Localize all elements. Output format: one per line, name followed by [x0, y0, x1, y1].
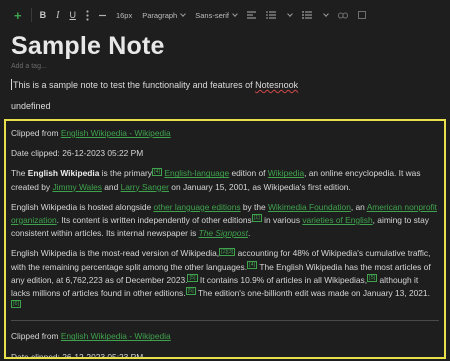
numbered-list-icon	[266, 11, 276, 19]
block-type-value: Paragraph	[142, 10, 178, 20]
italic-button[interactable]: I	[51, 4, 64, 26]
insert-plus-button[interactable]: +	[8, 4, 28, 26]
bullet-options-button[interactable]	[317, 4, 333, 26]
align-button[interactable]	[242, 4, 261, 26]
clip-divider	[11, 320, 439, 322]
font-size-dropdown[interactable]: 16px	[111, 11, 137, 20]
intro-paragraph[interactable]: This is a sample note to test the functi…	[11, 79, 298, 90]
citation-link[interactable]: [5]	[367, 274, 378, 283]
font-size-decrease-button[interactable]	[94, 4, 111, 26]
editor-toolbar: + B I U 16px Paragraph Sans-serif	[0, 0, 450, 30]
chevron-down-icon	[287, 11, 293, 17]
bold-button[interactable]: B	[35, 4, 52, 26]
minus-icon	[98, 14, 106, 16]
chevron-down-icon	[180, 11, 187, 17]
link-icon	[338, 12, 348, 18]
article-paragraph-1: The English Wikipedia is the primary [4] …	[11, 167, 421, 192]
link-the-signpost[interactable]: The Signpost	[199, 228, 248, 238]
toolbar-more-button[interactable]	[353, 4, 371, 26]
bullet-list-icon	[302, 11, 312, 19]
chevron-down-icon	[323, 11, 329, 17]
citation-link[interactable]: [6]	[11, 300, 22, 309]
article-paragraph-3: English Wikipedia is the most-read versi…	[11, 247, 431, 309]
block-type-dropdown[interactable]: Paragraph	[137, 11, 190, 20]
misspelled-word: Notesnook	[255, 80, 299, 90]
link-button[interactable]	[333, 4, 353, 26]
font-family-value: Sans-serif	[195, 10, 229, 20]
font-size-value: 16px	[115, 10, 133, 20]
clip-source-line-2: Clipped from English Wikipedia - Wikiped…	[11, 331, 171, 342]
link-english-language[interactable]: English-language	[164, 168, 229, 178]
bullet-list-button[interactable]	[297, 4, 317, 26]
toolbar-divider	[30, 8, 32, 22]
citation-link[interactable]: [5]	[187, 274, 198, 283]
undefined-line: undefined	[11, 101, 51, 111]
citation-link[interactable]: [4]	[247, 260, 258, 269]
clip-source-link[interactable]: English Wikipedia - Wikipedia	[61, 128, 171, 138]
list-options-button[interactable]	[281, 4, 297, 26]
clip-source-link-2[interactable]: English Wikipedia - Wikipedia	[61, 331, 171, 341]
more-icon	[358, 11, 366, 19]
link-wikimedia-foundation[interactable]: Wikimedia Foundation	[268, 202, 351, 212]
chevron-down-icon	[232, 11, 238, 17]
clip-date-2: Date clipped: 26-12-2023 05:23 PM	[11, 351, 144, 359]
link-other-language-editions[interactable]: other language editions	[153, 202, 240, 212]
more-formatting-button[interactable]	[81, 4, 94, 26]
citation-link[interactable]: [5]	[185, 287, 196, 296]
link-jimmy-wales[interactable]: Jimmy Wales	[52, 182, 101, 192]
underline-button[interactable]: U	[64, 4, 81, 26]
citation-link[interactable]: [2][3]	[219, 247, 236, 256]
vertical-dots-icon	[86, 9, 89, 21]
note-title[interactable]: Sample Note	[11, 32, 165, 61]
tags-input[interactable]: Add a tag...	[11, 63, 47, 70]
clipped-content-block[interactable]: Clipped from English Wikipedia - Wikiped…	[4, 119, 446, 359]
text-cursor	[11, 79, 12, 90]
align-left-icon	[247, 11, 256, 19]
link-wikipedia[interactable]: Wikipedia	[268, 168, 304, 178]
clip-source-line: Clipped from English Wikipedia - Wikiped…	[11, 128, 171, 138]
citation-link[interactable]: [4]	[151, 167, 163, 176]
link-larry-sanger[interactable]: Larry Sanger	[121, 182, 169, 192]
link-varieties-of-english[interactable]: varieties of English	[302, 215, 372, 225]
article-paragraph-2: English Wikipedia is hosted alongside ot…	[11, 201, 438, 239]
clip-date: Date clipped: 26-12-2023 05:22 PM	[11, 148, 144, 159]
citation-link[interactable]: [1]	[251, 214, 262, 223]
numbered-list-button[interactable]	[261, 4, 281, 26]
font-family-dropdown[interactable]: Sans-serif	[190, 11, 242, 20]
